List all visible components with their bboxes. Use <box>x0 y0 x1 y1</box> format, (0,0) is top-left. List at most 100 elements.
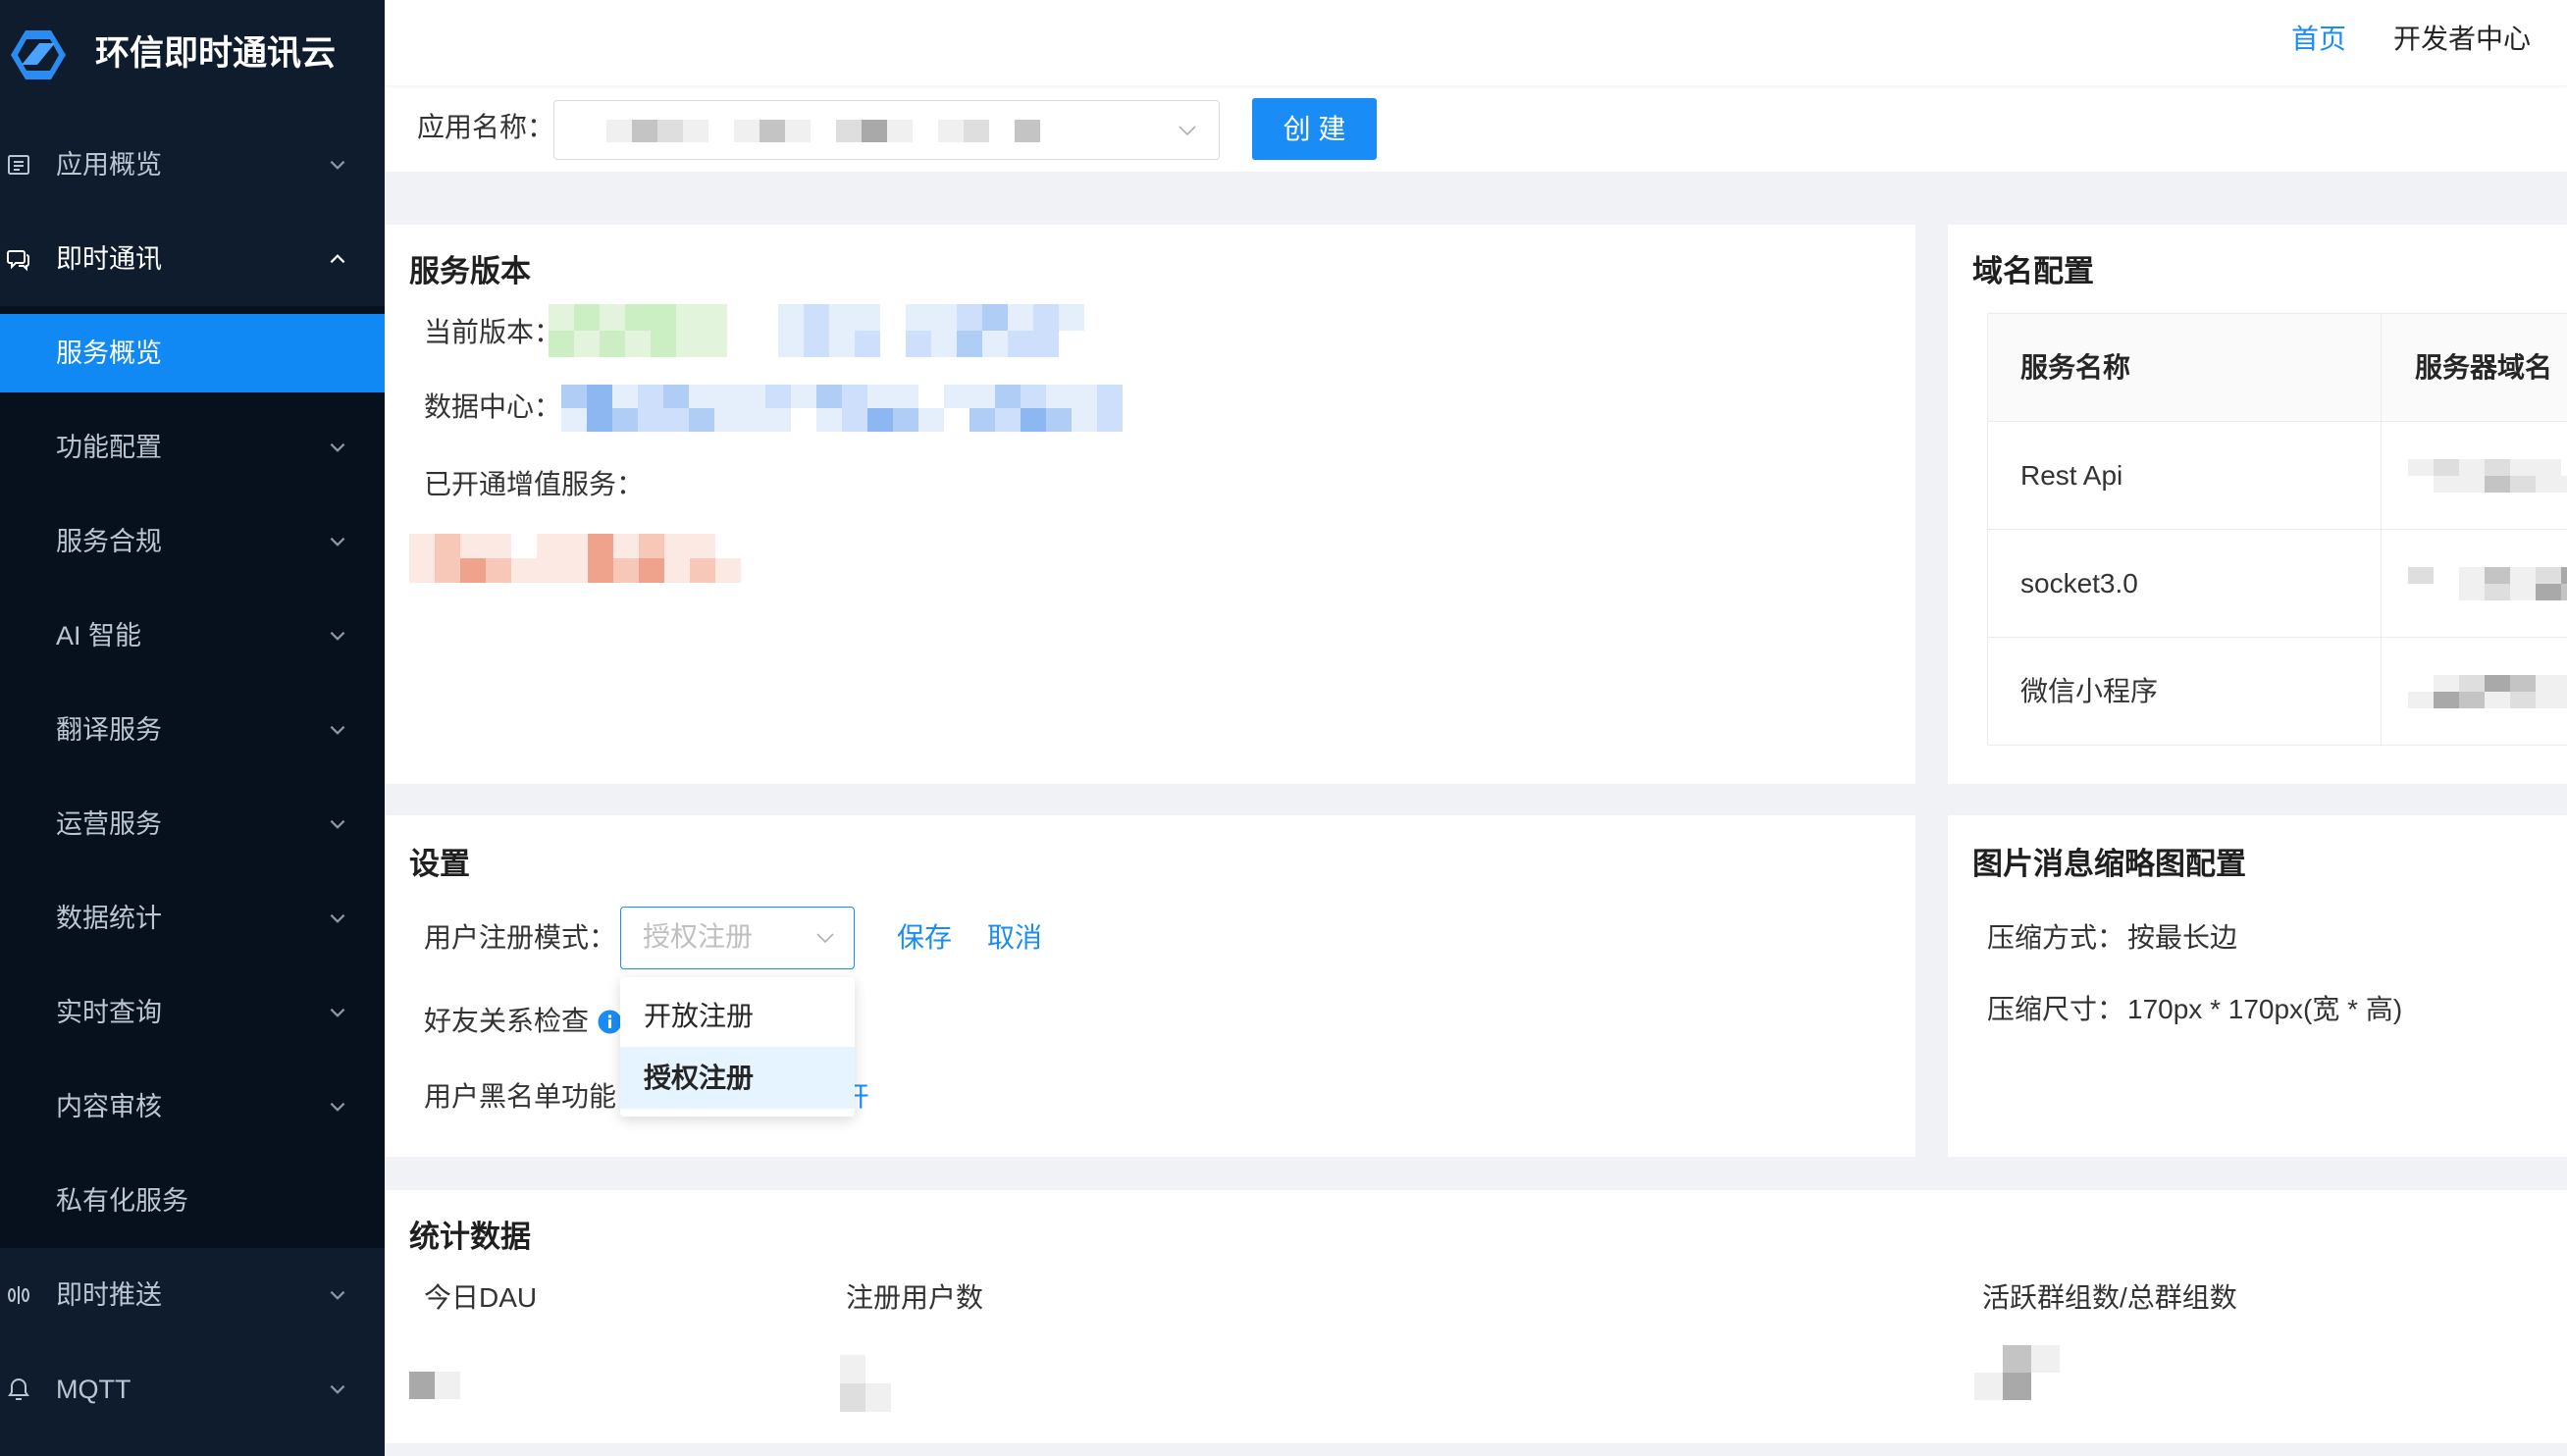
sidebar-item-label: 运营服务 <box>56 809 162 839</box>
sidebar: 环信即时通讯云 应用概览 即时通讯 服务概览 功能配置 服务合规 AI 智能 翻… <box>0 0 385 1456</box>
domain-cell <box>2381 638 2567 745</box>
sidebar-item-mqtt[interactable]: MQTT <box>0 1342 385 1436</box>
sidebar-item-statistics[interactable]: 数据统计 <box>0 871 385 965</box>
redacted-pixel <box>862 120 887 142</box>
stat-label-active-groups: 活跃群组数/总群组数 <box>1982 1282 2237 1313</box>
redacted-pixel <box>714 385 740 408</box>
sidebar-item-feature-config[interactable]: 功能配置 <box>0 400 385 494</box>
sidebar-item-push[interactable]: 即时推送 <box>0 1248 385 1342</box>
redacted-pixel <box>760 120 785 142</box>
stat-label-registered-users: 注册用户数 <box>846 1282 984 1313</box>
sidebar-item-ai[interactable]: AI 智能 <box>0 589 385 683</box>
stat-label-dau: 今日DAU <box>424 1282 538 1313</box>
mqtt-icon <box>8 1378 29 1400</box>
redacted-pixel <box>587 408 612 432</box>
redacted-pixel <box>588 534 613 558</box>
redacted-pixel <box>2408 567 2434 584</box>
redacted-pixel <box>2459 675 2485 692</box>
redacted-pixel <box>816 408 842 432</box>
thumbnail-config-card: 图片消息缩略图配置 压缩方式： 按最长边 压缩尺寸： 170px * 170px… <box>1948 815 2567 1157</box>
dropdown-option-open-registration[interactable]: 开放注册 <box>620 985 855 1047</box>
redacted-pixel <box>549 331 574 357</box>
redacted-pixel <box>964 120 989 142</box>
redacted-pixel <box>435 1372 460 1399</box>
redacted-pixel <box>714 408 740 432</box>
app-name-select[interactable] <box>553 100 1220 160</box>
sidebar-item-service-overview[interactable]: 服务概览 <box>0 306 385 400</box>
redacted-pixel <box>625 304 651 331</box>
sidebar-item-realtime-query[interactable]: 实时查询 <box>0 965 385 1060</box>
sidebar-item-label: 应用概览 <box>56 150 162 180</box>
sidebar-item-label: 数据统计 <box>56 904 162 933</box>
top-header: 首页 开发者中心 <box>385 0 2567 85</box>
redacted-pixel <box>689 385 714 408</box>
create-button[interactable]: 创 建 <box>1252 98 1377 160</box>
domain-cell <box>2381 530 2567 637</box>
redacted-pixel <box>2510 692 2536 708</box>
redacted-pixel <box>435 558 460 583</box>
redacted-pixel <box>1072 408 1097 432</box>
redacted-pixel <box>663 408 689 432</box>
sidebar-item-translation[interactable]: 翻译服务 <box>0 683 385 777</box>
redacted-pixel <box>2408 692 2434 708</box>
redacted-pixel <box>574 304 600 331</box>
redacted-pixel <box>663 385 689 408</box>
redacted-pixel <box>690 558 715 583</box>
sidebar-item-operations[interactable]: 运营服务 <box>0 777 385 871</box>
redacted-pixel <box>2459 459 2485 476</box>
sidebar-item-compliance[interactable]: 服务合规 <box>0 494 385 589</box>
domain-table: 服务名称 服务器域名 Rest Api socket3.0 微信小程序 <box>1987 313 2567 746</box>
redacted-pixel <box>1033 331 1059 357</box>
redacted-pixel <box>639 558 664 583</box>
current-version-label: 当前版本： <box>424 317 562 347</box>
home-link[interactable]: 首页 <box>2291 20 2346 59</box>
chevron-down-icon <box>330 819 345 829</box>
card-title: 统计数据 <box>409 1220 531 1254</box>
save-button[interactable]: 保存 <box>897 918 952 958</box>
table-row: Rest Api <box>1988 422 2567 530</box>
sidebar-item-label: 即时推送 <box>56 1280 162 1310</box>
redacted-pixel <box>664 558 690 583</box>
data-center-label: 数据中心： <box>424 391 562 422</box>
redacted-pixel <box>1097 408 1123 432</box>
redacted-pixel <box>836 120 862 142</box>
service-name-cell: Rest Api <box>2020 460 2123 491</box>
dropdown-option-authorized-registration[interactable]: 授权注册 <box>620 1047 855 1109</box>
info-icon[interactable] <box>598 1010 622 1034</box>
redacted-pixel <box>906 331 931 357</box>
redacted-pixel <box>625 331 651 357</box>
redacted-pixel <box>2459 567 2485 584</box>
sidebar-item-instant-messaging[interactable]: 即时通讯 <box>0 212 385 306</box>
sidebar-item-app-overview[interactable]: 应用概览 <box>0 118 385 212</box>
sidebar-item-content-moderation[interactable]: 内容审核 <box>0 1060 385 1154</box>
redacted-pixel <box>2536 459 2561 476</box>
sidebar-item-label: AI 智能 <box>56 621 142 650</box>
redacted-pixel <box>893 385 918 408</box>
list-icon <box>8 155 29 175</box>
redacted-pixel <box>938 120 964 142</box>
redacted-pixel <box>676 304 702 331</box>
redacted-pixel <box>562 534 588 558</box>
redacted-pixel <box>2536 476 2561 493</box>
redacted-pixel <box>561 408 587 432</box>
table-row: socket3.0 <box>1988 530 2567 638</box>
redacted-pixel <box>587 385 612 408</box>
chevron-down-icon <box>330 1008 345 1017</box>
compression-size-value: 170px * 170px(宽 * 高) <box>2127 994 2403 1024</box>
redacted-pixel <box>2485 692 2510 708</box>
cancel-button[interactable]: 取消 <box>987 918 1042 958</box>
push-icon <box>8 1286 29 1304</box>
redacted-pixel <box>561 385 587 408</box>
redacted-pixel <box>2459 584 2485 600</box>
redacted-pixel <box>562 558 588 583</box>
redacted-pixel <box>2485 675 2510 692</box>
redacted-pixel <box>2536 567 2561 584</box>
sidebar-item-private-deployment[interactable]: 私有化服务 <box>0 1154 385 1248</box>
chevron-down-icon <box>330 1384 345 1394</box>
redacted-pixel <box>969 408 995 432</box>
registration-mode-select[interactable]: 授权注册 <box>620 907 855 969</box>
redacted-pixel <box>612 385 638 408</box>
developer-center-link[interactable]: 开发者中心 <box>2393 20 2531 59</box>
redacted-pixel <box>842 408 867 432</box>
redacted-pixel <box>778 304 804 331</box>
